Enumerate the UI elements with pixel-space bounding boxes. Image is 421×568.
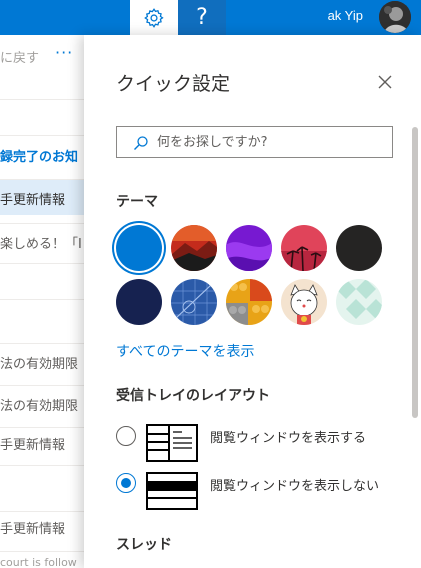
theme-dark[interactable] [336,225,382,271]
theme-palms[interactable] [281,225,327,271]
close-button[interactable] [374,71,396,93]
avatar[interactable] [379,1,411,33]
theme-purple[interactable] [226,225,272,271]
help-button[interactable]: ? [178,0,226,35]
search-input[interactable] [157,132,377,152]
reading-pane-icon [146,424,198,462]
theme-heading: テーマ [116,194,158,210]
close-icon [378,75,392,89]
theme-blueprint[interactable] [171,279,217,325]
theme-navy[interactable] [116,279,162,325]
theme-mint[interactable] [336,279,382,325]
theme-bricks[interactable] [226,279,272,325]
view-all-themes-link[interactable]: すべてのテーマを表示 [116,341,254,361]
hide-reading-pane-radio[interactable] [116,473,136,493]
search-box[interactable] [116,126,393,158]
theme-mountains[interactable] [171,225,217,271]
panel-scrollbar[interactable] [412,127,418,418]
theme-blue[interactable] [116,225,162,271]
hide-reading-pane-label[interactable]: 閲覧ウィンドウを表示しない [210,475,379,494]
user-name[interactable]: ak Yip [328,8,363,23]
inbox-layout-heading: 受信トレイのレイアウト [116,388,270,404]
settings-button[interactable] [130,0,178,35]
theme-cat[interactable] [281,279,327,325]
top-bar: ? ak Yip [0,0,421,35]
quick-settings-panel: クイック設定 テーマ [84,35,421,568]
gear-icon [144,7,164,28]
show-reading-pane-label[interactable]: 閲覧ウィンドウを表示する [210,427,366,446]
list-only-icon [146,472,198,510]
panel-title: クイック設定 [116,73,231,95]
back-link[interactable]: に戻す [0,47,39,66]
thread-heading: スレッド [116,537,172,553]
more-icon[interactable]: ··· [55,43,73,62]
show-reading-pane-radio[interactable] [116,426,136,446]
search-icon [134,136,148,150]
avatar-image [379,1,411,33]
